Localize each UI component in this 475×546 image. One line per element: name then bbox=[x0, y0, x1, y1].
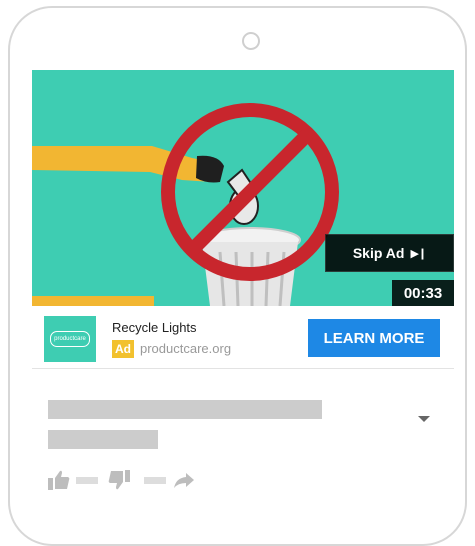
skip-ad-label: Skip Ad bbox=[352, 245, 405, 261]
skip-next-icon: ▶❙ bbox=[410, 247, 427, 260]
camera-icon bbox=[242, 32, 260, 50]
divider bbox=[32, 368, 454, 369]
video-timer: 00:33 bbox=[392, 280, 454, 306]
ad-info-bar: productcare Recycle Lights Ad productcar… bbox=[32, 306, 454, 368]
ad-domain[interactable]: productcare.org bbox=[140, 341, 231, 356]
thumbs-up-icon[interactable] bbox=[48, 468, 70, 492]
chevron-down-icon[interactable] bbox=[418, 416, 430, 422]
learn-more-button[interactable]: LEARN MORE bbox=[308, 319, 440, 357]
skip-ad-button[interactable]: Skip Ad ▶❙ bbox=[325, 234, 454, 272]
thumbs-down-icon[interactable] bbox=[108, 468, 130, 492]
advertiser-logo-text: productcare bbox=[50, 331, 90, 347]
video-player[interactable]: Skip Ad ▶❙ 00:33 bbox=[32, 70, 454, 306]
like-count-placeholder bbox=[76, 477, 98, 484]
phone-screen: Skip Ad ▶❙ 00:33 productcare Recycle Lig… bbox=[32, 70, 454, 510]
ad-badge: Ad bbox=[112, 340, 134, 358]
ad-title[interactable]: Recycle Lights bbox=[112, 320, 197, 335]
share-icon[interactable] bbox=[174, 468, 194, 492]
subtitle-placeholder bbox=[48, 430, 158, 449]
action-bar bbox=[48, 468, 248, 492]
advertiser-logo[interactable]: productcare bbox=[44, 316, 96, 362]
dislike-count-placeholder bbox=[144, 477, 166, 484]
title-placeholder bbox=[48, 400, 322, 419]
